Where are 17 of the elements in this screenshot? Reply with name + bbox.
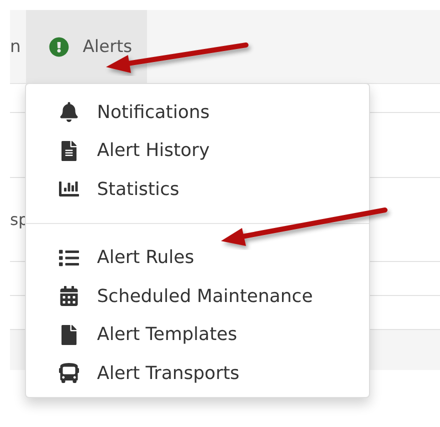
menu-item[interactable]: Alert Rules <box>26 238 369 277</box>
menu-item[interactable]: Alert Transports <box>26 354 369 392</box>
menu-icon <box>59 324 79 345</box>
menu-icon <box>59 248 79 268</box>
menu-item[interactable]: Scheduled Maintenance <box>26 277 369 316</box>
menu-icon <box>59 179 79 200</box>
menu-item[interactable]: Statistics <box>26 170 369 208</box>
menu-icon <box>59 140 79 161</box>
menu-icon <box>59 363 79 384</box>
menu-icon <box>59 102 79 122</box>
nav-tab[interactable]: n <box>10 10 26 83</box>
nav-tab[interactable]: Alerts <box>26 10 147 83</box>
menu-item[interactable]: Alert History <box>26 132 369 170</box>
alert-icon <box>48 36 69 56</box>
menu-icon <box>59 286 79 306</box>
menu-item[interactable]: Notifications <box>26 93 369 132</box>
menu-item[interactable]: Alert Templates <box>26 316 369 354</box>
